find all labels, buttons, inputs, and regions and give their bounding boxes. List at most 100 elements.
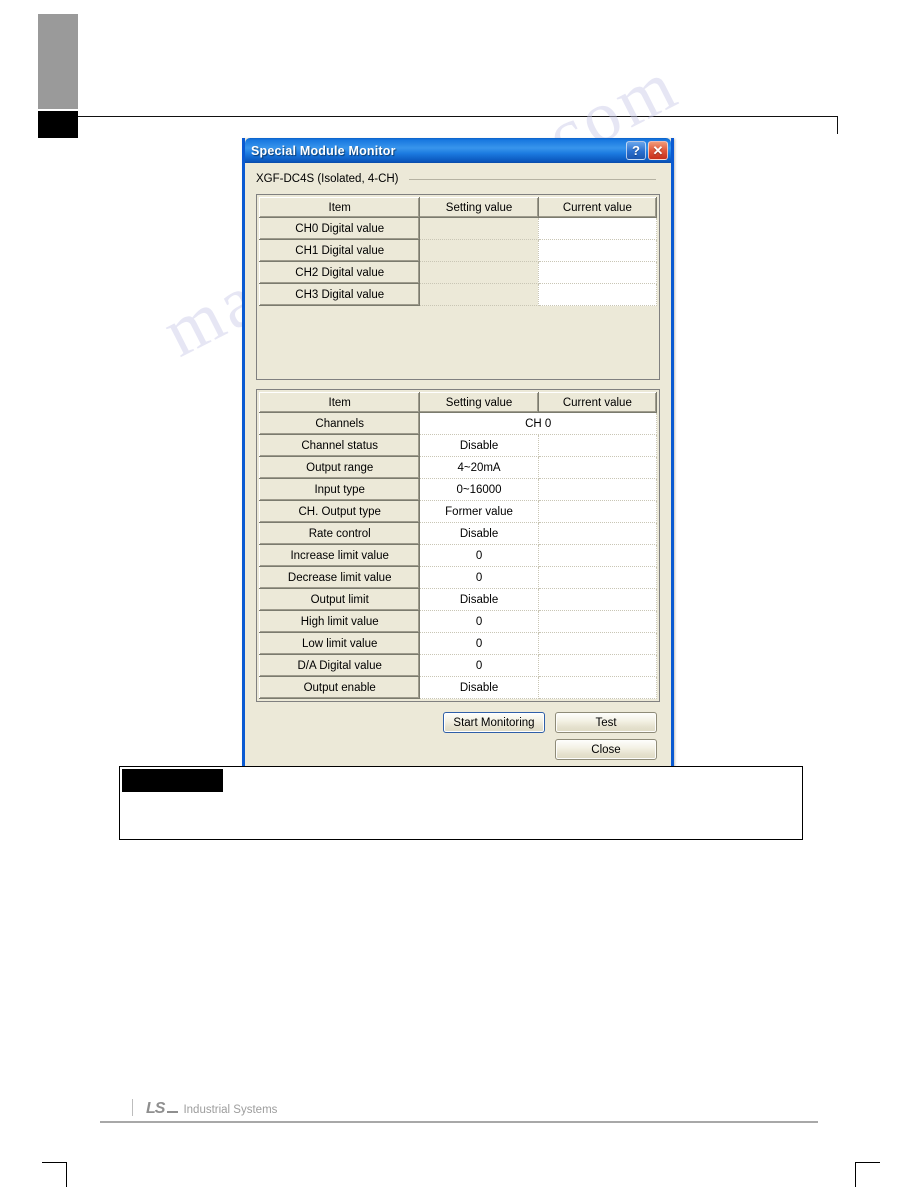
note-box-tag <box>122 769 223 792</box>
row-item-label: D/A Digital value <box>258 654 421 677</box>
row-current-value <box>538 434 658 457</box>
table-row[interactable]: D/A Digital value 0 <box>258 654 658 677</box>
ls-logo-bar <box>167 1111 179 1113</box>
column-header-setting: Setting value <box>419 197 539 218</box>
row-setting-value[interactable] <box>419 283 539 306</box>
row-setting-value[interactable]: 0 <box>419 566 539 589</box>
crop-mark-bottom-right <box>855 1162 880 1187</box>
close-icon[interactable]: ✕ <box>648 141 668 160</box>
table-row[interactable]: Low limit value 0 <box>258 632 658 655</box>
table-row[interactable]: Channels CH 0 <box>258 412 657 435</box>
row-setting-value[interactable]: Disable <box>419 676 539 699</box>
column-header-current: Current value <box>537 392 658 413</box>
row-setting-value[interactable]: 0 <box>419 544 539 567</box>
row-current-value <box>538 566 658 589</box>
row-setting-value[interactable] <box>419 239 539 262</box>
digital-value-table: Item Setting value Current value CH0 Dig… <box>258 197 658 306</box>
table-row[interactable]: CH0 Digital value <box>258 217 658 240</box>
row-item-label: Channel status <box>258 434 421 457</box>
row-item-label: Input type <box>258 478 421 501</box>
dialog-titlebar[interactable]: Special Module Monitor ? ✕ <box>245 138 671 163</box>
row-item-label: Output limit <box>258 588 421 611</box>
footer-logo: LS Industrial Systems <box>146 1100 277 1118</box>
row-item-label: Decrease limit value <box>258 566 421 589</box>
row-current-value <box>538 239 658 262</box>
dialog-button-row-1: Start Monitoring Test <box>443 712 657 733</box>
table-row[interactable]: High limit value 0 <box>258 610 658 633</box>
module-name-label: XGF-DC4S (Isolated, 4-CH) <box>256 173 399 185</box>
row-setting-value[interactable]: 0 <box>419 654 539 677</box>
row-current-value <box>538 500 658 523</box>
column-header-item: Item <box>258 392 421 413</box>
row-setting-value[interactable]: 0 <box>419 610 539 633</box>
module-name-divider <box>408 178 656 180</box>
row-setting-value[interactable]: 0 <box>419 632 539 655</box>
row-item-label: Increase limit value <box>258 544 421 567</box>
ls-logo-mark: LS <box>146 1100 165 1117</box>
table-header-row: Item Setting value Current value <box>258 197 658 218</box>
table-row[interactable]: Rate control Disable <box>258 522 658 545</box>
table-row[interactable]: CH. Output type Former value <box>258 500 658 523</box>
page-header-tab <box>38 14 78 109</box>
row-item-label: CH0 Digital value <box>258 217 421 240</box>
test-button[interactable]: Test <box>555 712 657 733</box>
dialog-title: Special Module Monitor <box>251 143 396 158</box>
dialog-body: XGF-DC4S (Isolated, 4-CH) Item Setting v… <box>245 163 671 772</box>
table-header-row: Item Setting value Current value <box>258 392 658 413</box>
company-name-label: Industrial Systems <box>183 1104 278 1116</box>
table-row[interactable]: Output enable Disable <box>258 676 658 699</box>
row-item-label: Channels <box>258 412 421 435</box>
module-info-row: XGF-DC4S (Isolated, 4-CH) <box>256 173 660 185</box>
row-current-value <box>538 610 658 633</box>
column-header-current: Current value <box>537 197 658 218</box>
row-current-value <box>538 544 658 567</box>
page-header-block <box>38 111 78 138</box>
column-header-setting: Setting value <box>419 392 539 413</box>
page-header-rule <box>78 116 838 117</box>
row-item-label: CH3 Digital value <box>258 283 421 306</box>
row-current-value <box>538 588 658 611</box>
row-item-label: CH1 Digital value <box>258 239 421 262</box>
column-header-item: Item <box>258 197 421 218</box>
channel-settings-table: Item Setting value Current value Channel… <box>258 392 658 699</box>
page-header-rule-tick <box>837 116 838 134</box>
row-setting-value[interactable]: 4~20mA <box>419 456 539 479</box>
crop-mark-bottom-left <box>42 1162 67 1187</box>
digital-value-grid[interactable]: Item Setting value Current value CH0 Dig… <box>256 194 660 380</box>
row-setting-value[interactable] <box>419 261 539 284</box>
row-setting-value[interactable]: CH 0 <box>419 412 657 435</box>
dialog-button-row-2: Close <box>555 739 657 760</box>
row-setting-value[interactable] <box>419 217 539 240</box>
table-row[interactable]: Channel status Disable <box>258 434 658 457</box>
channel-settings-grid[interactable]: Item Setting value Current value Channel… <box>256 389 660 702</box>
close-button[interactable]: Close <box>555 739 657 760</box>
note-box <box>119 766 803 840</box>
row-current-value <box>538 217 658 240</box>
table-row[interactable]: CH3 Digital value <box>258 283 658 306</box>
row-item-label: Low limit value <box>258 632 421 655</box>
table-row[interactable]: CH2 Digital value <box>258 261 658 284</box>
table-row[interactable]: Output limit Disable <box>258 588 658 611</box>
row-current-value <box>538 654 658 677</box>
row-setting-value[interactable]: Disable <box>419 434 539 457</box>
table-row[interactable]: CH1 Digital value <box>258 239 658 262</box>
row-current-value <box>538 261 658 284</box>
table-row[interactable]: Input type 0~16000 <box>258 478 658 501</box>
row-item-label: Rate control <box>258 522 421 545</box>
row-current-value <box>538 676 658 699</box>
row-item-label: CH. Output type <box>258 500 421 523</box>
dialog-button-area: Start Monitoring Test Close <box>256 712 660 760</box>
row-setting-value[interactable]: Disable <box>419 588 539 611</box>
start-monitoring-button[interactable]: Start Monitoring <box>443 712 545 733</box>
table-row[interactable]: Decrease limit value 0 <box>258 566 658 589</box>
row-current-value <box>538 632 658 655</box>
row-setting-value[interactable]: Disable <box>419 522 539 545</box>
row-setting-value[interactable]: 0~16000 <box>419 478 539 501</box>
row-item-label: Output enable <box>258 676 421 699</box>
row-setting-value[interactable]: Former value <box>419 500 539 523</box>
row-current-value <box>538 283 658 306</box>
table-row[interactable]: Output range 4~20mA <box>258 456 658 479</box>
footer-separator <box>132 1099 133 1116</box>
help-icon[interactable]: ? <box>626 141 646 160</box>
table-row[interactable]: Increase limit value 0 <box>258 544 658 567</box>
